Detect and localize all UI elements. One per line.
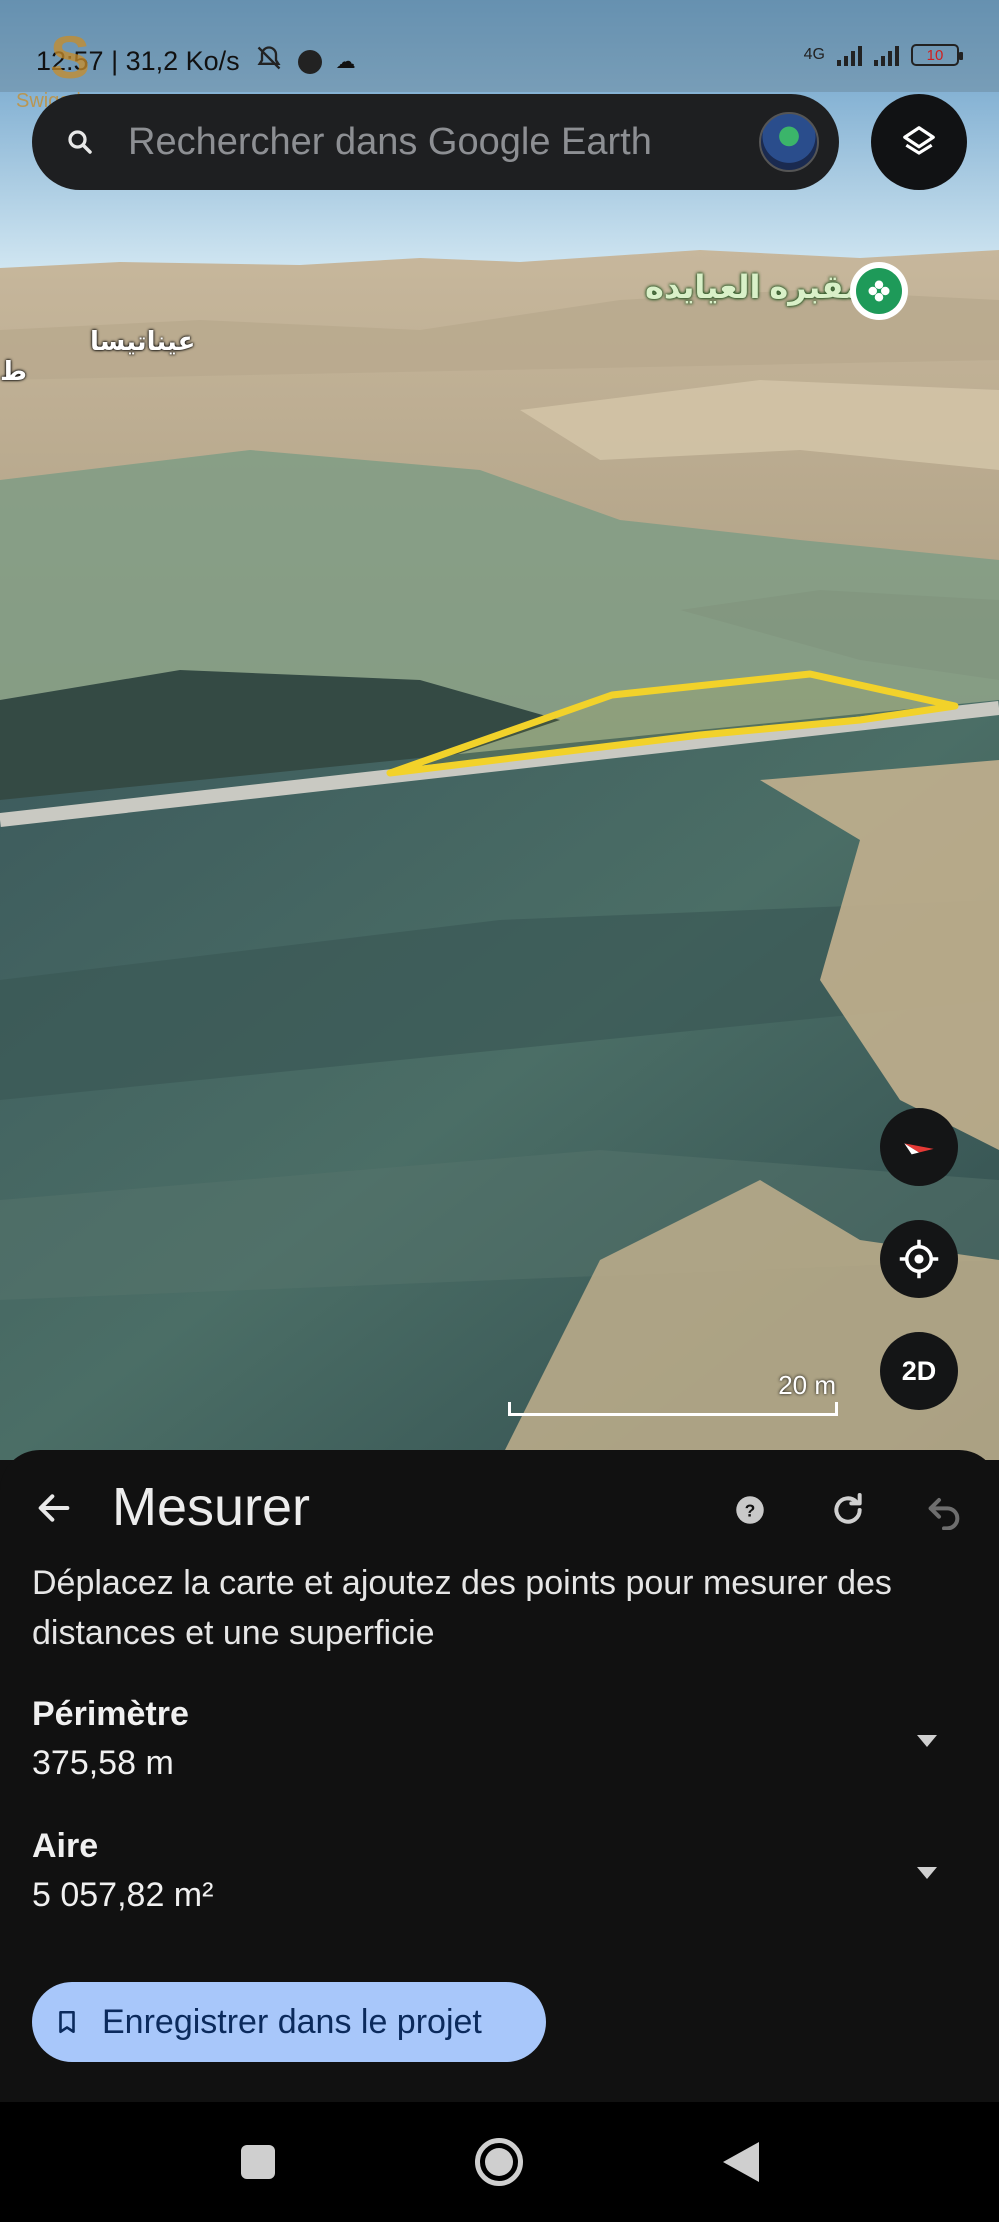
my-location-icon (899, 1239, 939, 1279)
compass-icon (904, 1143, 934, 1155)
system-nav-bar (0, 2102, 999, 2222)
svg-text:?: ? (745, 1500, 756, 1520)
refresh-icon (834, 1493, 862, 1524)
refresh-button[interactable] (824, 1486, 872, 1534)
avatar[interactable] (759, 112, 819, 172)
place-marker[interactable] (850, 262, 908, 320)
battery-level: 10 (926, 46, 944, 64)
layers-button[interactable] (871, 94, 967, 190)
measure-sheet: Mesurer ? Déplacez la carte et ajoutez d… (0, 1450, 999, 2102)
sheet-title: Mesurer (112, 1477, 311, 1537)
area-value: 5 057,82 m² (32, 1876, 214, 1914)
mute-icon (254, 44, 284, 79)
area-unit-dropdown[interactable] (907, 1858, 947, 1888)
undo-icon (928, 1498, 960, 1530)
signal-icon-2 (874, 44, 899, 66)
back-arrow-icon (38, 1494, 70, 1522)
system-back-button[interactable] (722, 2142, 759, 2182)
back-button[interactable] (26, 1480, 82, 1536)
network-label: 4G (803, 46, 825, 63)
search-icon (32, 127, 128, 157)
bookmark-icon (32, 2007, 102, 2037)
map-view[interactable]: 12:57 | 31,2 Ko/s ☁ 4G 10 S Swiga | سويق… (0, 0, 999, 1460)
perimeter-unit-dropdown[interactable] (907, 1726, 947, 1756)
save-to-project-button[interactable]: Enregistrer dans le projet (32, 1982, 546, 2062)
instructions-text: Déplacez la carte et ajoutez des points … (32, 1564, 892, 1652)
compass-button[interactable] (880, 1108, 958, 1186)
layers-icon (903, 126, 935, 155)
place-label-cemetery[interactable]: مقبره العيايده (645, 268, 864, 306)
signal-icon (837, 44, 862, 66)
undo-button[interactable] (920, 1486, 968, 1534)
help-button[interactable]: ? (730, 1490, 770, 1530)
dropdown-icon (917, 1735, 937, 1747)
satellite-terrain (0, 0, 999, 1460)
scale-bar (508, 1402, 838, 1416)
perimeter-row[interactable]: Périmètre 375,58 m (32, 1690, 967, 1800)
area-label: Aire (32, 1827, 99, 1865)
battery-icon: 10 (911, 44, 963, 66)
place-label-edge[interactable]: ط (0, 356, 27, 387)
status-bar: 12:57 | 31,2 Ko/s ☁ 4G 10 (0, 0, 999, 92)
dropdown-icon (917, 1867, 937, 1879)
cloud-icon: ☁ (335, 51, 356, 73)
map-scale: 20 m (508, 1370, 838, 1416)
area-row[interactable]: Aire 5 057,82 m² (32, 1822, 967, 1932)
watermark-logo: S (50, 24, 91, 91)
perimeter-value: 375,58 m (32, 1744, 174, 1782)
search-bar[interactable]: Rechercher dans Google Earth (32, 94, 839, 190)
scale-label: 20 m (778, 1370, 836, 1400)
2d-toggle-button[interactable]: 2D (880, 1332, 958, 1410)
search-input[interactable]: Rechercher dans Google Earth (128, 121, 759, 164)
place-label-town[interactable]: عيناتيسا (90, 326, 195, 357)
my-location-button[interactable] (880, 1220, 958, 1298)
perimeter-label: Périmètre (32, 1695, 189, 1733)
app-icon (297, 49, 322, 74)
help-icon: ? (736, 1496, 764, 1524)
recents-button[interactable] (240, 2145, 275, 2179)
home-button[interactable] (474, 2138, 523, 2186)
save-button-label: Enregistrer dans le projet (102, 2002, 482, 2041)
place-icon (856, 268, 902, 314)
